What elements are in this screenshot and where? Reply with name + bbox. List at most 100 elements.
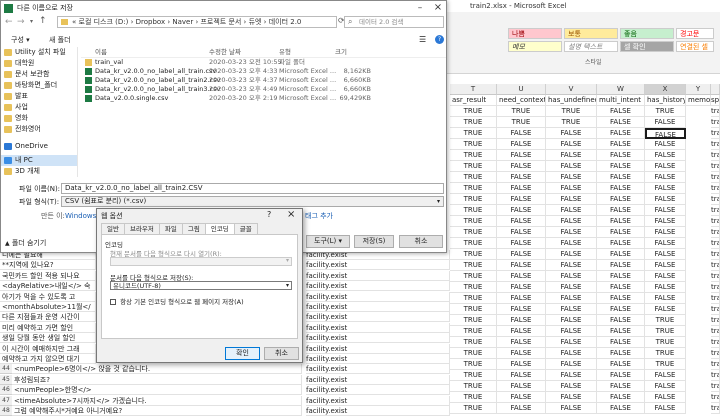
bool-cell[interactable]: FALSE bbox=[546, 150, 597, 161]
bool-cell[interactable]: TRUE bbox=[450, 216, 497, 227]
sp-cell[interactable]: tra bbox=[711, 282, 720, 293]
bool-cell[interactable]: FALSE bbox=[597, 161, 645, 172]
file-row[interactable]: train_val 2020-03-23 오전 10:55 파일 폴더 bbox=[81, 58, 446, 67]
utterance-cell[interactable]: <dayRelative>내일</> 숙 bbox=[0, 281, 96, 292]
utterance-cell[interactable]: 후성림되죠? bbox=[12, 374, 302, 385]
up-button[interactable]: ↑ bbox=[39, 16, 47, 26]
bool-cell[interactable]: FALSE bbox=[645, 260, 686, 271]
bool-cell[interactable]: FALSE bbox=[597, 139, 645, 150]
bool-cell[interactable]: FALSE bbox=[497, 194, 546, 205]
sp-cell[interactable]: tra bbox=[711, 337, 720, 348]
bool-cell[interactable]: FALSE bbox=[497, 392, 546, 403]
bool-cell[interactable]: FALSE bbox=[497, 249, 546, 260]
bool-cell[interactable]: FALSE bbox=[645, 271, 686, 282]
utterance-cell[interactable]: 국민카드 할인 적용 되나요 bbox=[0, 270, 96, 281]
bool-cell[interactable]: TRUE bbox=[645, 348, 686, 359]
bool-cell[interactable]: FALSE bbox=[597, 249, 645, 260]
bool-cell[interactable]: FALSE bbox=[497, 315, 546, 326]
bool-cell[interactable]: FALSE bbox=[497, 139, 546, 150]
bool-cell[interactable]: FALSE bbox=[645, 117, 686, 128]
bool-cell[interactable]: FALSE bbox=[645, 172, 686, 183]
bool-cell[interactable]: TRUE bbox=[450, 370, 497, 381]
sp-cell[interactable]: tra bbox=[711, 315, 720, 326]
column-size[interactable]: 크기 bbox=[335, 47, 347, 58]
bool-cell[interactable]: FALSE bbox=[546, 392, 597, 403]
utterance-cell[interactable]: 생일 당월 동안 생일 할인 bbox=[0, 333, 96, 344]
bool-cell[interactable]: FALSE bbox=[497, 150, 546, 161]
cell-style-2[interactable]: 좋음 bbox=[620, 28, 674, 39]
web-tab[interactable]: 인코딩 bbox=[204, 223, 235, 234]
bool-cell[interactable]: TRUE bbox=[450, 150, 497, 161]
bool-cell[interactable]: TRUE bbox=[546, 117, 597, 128]
intent-cell[interactable]: facility.exist bbox=[306, 364, 450, 375]
intent-cell[interactable]: facility.exist bbox=[306, 395, 450, 406]
header-cell-need_context[interactable]: need_context bbox=[497, 95, 546, 106]
utterance-cell[interactable]: <monthAbsolute>11월</ bbox=[0, 302, 96, 312]
sp-cell[interactable]: tra bbox=[711, 128, 720, 139]
header-cell-sp[interactable]: sp bbox=[711, 95, 720, 106]
bool-cell[interactable]: FALSE bbox=[597, 172, 645, 183]
sp-cell[interactable]: tra bbox=[711, 326, 720, 337]
address-bar[interactable]: « 로컬 디스크 (D:) › Dropbox › Naver › 프로젝트 문… bbox=[57, 16, 337, 28]
bool-cell[interactable]: FALSE bbox=[645, 139, 686, 150]
reload-encoding-select[interactable]: ▾ bbox=[110, 257, 292, 266]
bool-cell[interactable]: FALSE bbox=[497, 348, 546, 359]
bool-cell[interactable]: FALSE bbox=[546, 227, 597, 238]
bool-cell[interactable]: FALSE bbox=[546, 359, 597, 370]
bool-cell[interactable]: FALSE bbox=[597, 370, 645, 381]
file-row[interactable]: Data_kr_v2.0.0_no_label_all_train2.csv 20… bbox=[81, 76, 446, 85]
nav-item[interactable]: 영화 bbox=[1, 113, 77, 124]
bool-cell[interactable]: TRUE bbox=[546, 106, 597, 117]
bool-cell[interactable]: FALSE bbox=[546, 337, 597, 348]
bool-cell[interactable]: TRUE bbox=[497, 106, 546, 117]
column-header-X[interactable]: X bbox=[645, 84, 686, 95]
bool-cell[interactable]: FALSE bbox=[546, 381, 597, 392]
bool-cell[interactable]: FALSE bbox=[546, 205, 597, 216]
bool-cell[interactable]: TRUE bbox=[450, 403, 497, 414]
bool-cell[interactable]: FALSE bbox=[645, 238, 686, 249]
bool-cell[interactable]: FALSE bbox=[645, 205, 686, 216]
bool-cell[interactable]: FALSE bbox=[597, 271, 645, 282]
sp-cell[interactable]: tra bbox=[711, 216, 720, 227]
bool-cell[interactable]: FALSE bbox=[645, 227, 686, 238]
bool-cell[interactable]: TRUE bbox=[645, 315, 686, 326]
utterance-cell[interactable]: 예약하고 가지 않으면 대기 bbox=[0, 354, 96, 364]
bool-cell[interactable]: TRUE bbox=[450, 227, 497, 238]
column-header-W[interactable]: W bbox=[597, 84, 645, 95]
sp-cell[interactable]: tra bbox=[711, 183, 720, 194]
bool-cell[interactable]: FALSE bbox=[546, 139, 597, 150]
bool-cell[interactable]: FALSE bbox=[546, 183, 597, 194]
cell-style-5[interactable]: 설명 텍스트 bbox=[564, 41, 618, 52]
bool-cell[interactable]: FALSE bbox=[645, 216, 686, 227]
hide-folders-toggle[interactable]: ▲ 폴더 숨기기 bbox=[5, 238, 46, 248]
help-icon[interactable]: ? bbox=[435, 35, 444, 44]
bool-cell[interactable]: FALSE bbox=[645, 282, 686, 293]
bool-cell[interactable]: FALSE bbox=[546, 216, 597, 227]
bool-cell[interactable]: TRUE bbox=[450, 348, 497, 359]
bool-cell[interactable]: FALSE bbox=[497, 293, 546, 304]
new-folder-button[interactable]: 새 폴더 bbox=[49, 33, 71, 47]
bool-cell[interactable]: TRUE bbox=[450, 337, 497, 348]
bool-cell[interactable]: FALSE bbox=[546, 249, 597, 260]
bool-cell[interactable]: FALSE bbox=[546, 172, 597, 183]
bool-cell[interactable]: FALSE bbox=[546, 403, 597, 414]
header-cell-asr_result[interactable]: asr_result bbox=[450, 95, 497, 106]
sp-cell[interactable]: tra bbox=[711, 205, 720, 216]
web-dialog-close-button[interactable]: × bbox=[287, 209, 295, 220]
bool-cell[interactable]: FALSE bbox=[597, 293, 645, 304]
web-dialog-help-button[interactable]: ? bbox=[267, 210, 271, 219]
bool-cell[interactable]: TRUE bbox=[450, 381, 497, 392]
close-button[interactable]: × bbox=[429, 1, 447, 15]
sp-cell[interactable]: tra bbox=[711, 106, 720, 117]
column-name[interactable]: 이름 bbox=[95, 47, 107, 58]
intent-cell[interactable]: facility.exist bbox=[306, 343, 450, 354]
utterance-cell[interactable]: 아기가 먹을 수 있도록 고 bbox=[0, 291, 96, 302]
bool-cell[interactable]: TRUE bbox=[450, 161, 497, 172]
bool-cell[interactable]: FALSE bbox=[497, 128, 546, 139]
bool-cell[interactable]: TRUE bbox=[645, 359, 686, 370]
header-cell-memo[interactable]: memo bbox=[686, 95, 711, 106]
sp-cell[interactable]: tra bbox=[711, 403, 720, 414]
bool-cell[interactable]: FALSE bbox=[546, 260, 597, 271]
bool-cell[interactable]: TRUE bbox=[450, 117, 497, 128]
bool-cell[interactable]: FALSE bbox=[645, 150, 686, 161]
